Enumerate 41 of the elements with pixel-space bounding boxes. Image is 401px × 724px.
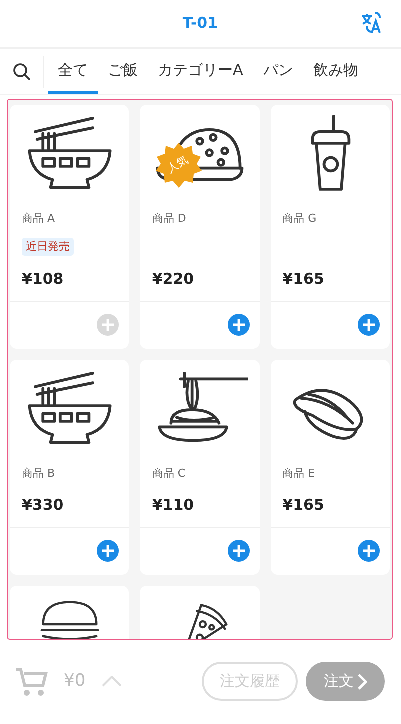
plus-icon <box>363 545 375 557</box>
product-price: ¥330 <box>22 495 65 516</box>
product-name: 商品 E <box>282 466 316 482</box>
product-card[interactable]: 商品 B ¥330 <box>10 360 130 574</box>
category-tab[interactable]: カテゴリーA <box>148 50 254 94</box>
category-tab[interactable]: 全て <box>48 50 98 94</box>
add-button[interactable] <box>358 314 380 336</box>
plus-icon <box>363 319 375 331</box>
product-name: 商品 D <box>152 211 188 227</box>
category-tab[interactable]: パン <box>253 50 304 94</box>
plus-icon <box>102 545 114 557</box>
product-card[interactable]: 商品 G ¥165 <box>270 105 390 348</box>
table-number-title: T-01 <box>182 13 218 34</box>
add-button[interactable] <box>358 540 380 562</box>
chevron-right-icon <box>358 674 367 690</box>
product-name: 商品 C <box>152 466 187 482</box>
plus-icon <box>232 545 245 557</box>
product-card[interactable]: 商品 E ¥165 <box>270 360 390 574</box>
product-price: ¥165 <box>282 269 326 290</box>
add-button[interactable] <box>228 540 250 562</box>
plus-icon <box>232 319 245 331</box>
add-button[interactable] <box>97 540 120 562</box>
category-tab[interactable]: 飲み物 <box>303 50 368 94</box>
search-icon[interactable] <box>12 62 30 80</box>
product-card[interactable]: 人気 商品 D ¥220 <box>140 105 260 348</box>
category-tab[interactable]: ご飯 <box>98 50 148 94</box>
translate-icon[interactable] <box>361 12 383 34</box>
add-button[interactable] <box>228 314 250 336</box>
product-price: ¥110 <box>152 495 196 516</box>
product-card[interactable]: 商品 A 近日発売 ¥108 <box>10 105 130 348</box>
product-price: ¥108 <box>22 269 65 290</box>
product-name: 商品 B <box>22 466 56 482</box>
product-price: ¥220 <box>152 269 196 290</box>
coming-soon-tag: 近日発売 <box>22 238 74 256</box>
product-name: 商品 G <box>282 211 318 227</box>
product-price: ¥165 <box>282 495 326 516</box>
product-name: 商品 A <box>22 211 56 227</box>
product-card[interactable]: 商品 C ¥110 <box>140 360 260 574</box>
plus-icon <box>102 319 114 331</box>
cart-total: ¥0 <box>64 670 86 693</box>
popular-badge: 人気 <box>156 143 202 189</box>
